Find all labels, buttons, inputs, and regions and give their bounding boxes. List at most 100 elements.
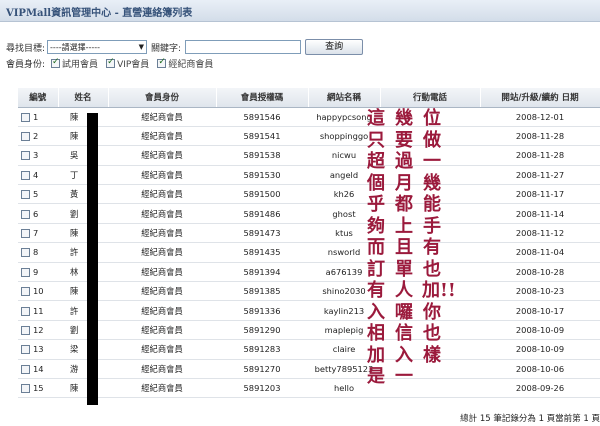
filter-trial-label: 試用會員 xyxy=(62,59,99,70)
row-site-name[interactable]: shino2030 xyxy=(322,286,365,296)
table-row[interactable]: 10 陳 經紀商會員 5891385 shino2030 2008-10-23 xyxy=(18,281,600,302)
table-row[interactable]: 7 陳 經紀商會員 5891473 ktus 2008-11-12 xyxy=(18,223,600,244)
table-row[interactable]: 6 劉 經紀商會員 5891486 ghost 2008-11-14 xyxy=(18,203,600,224)
row-site-name[interactable]: nsworld xyxy=(328,247,360,257)
keyword-input[interactable] xyxy=(185,40,302,54)
row-name: 陳 xyxy=(70,228,79,239)
row-member-type: 經紀商會員 xyxy=(141,169,183,180)
row-site-name[interactable]: hello xyxy=(334,383,354,393)
row-auth-code: 5891385 xyxy=(243,286,281,297)
row-checkbox[interactable] xyxy=(21,325,30,335)
row-checkbox[interactable] xyxy=(21,248,30,258)
checkbox-icon[interactable] xyxy=(106,57,116,68)
row-site-name[interactable]: betty7895123 xyxy=(315,364,374,374)
row-site-name[interactable]: happypcsong xyxy=(316,112,372,122)
table-row[interactable]: 14 游 經紀商會員 5891270 betty7895123 2008-10-06 xyxy=(18,359,600,379)
row-checkbox[interactable] xyxy=(21,170,30,180)
row-number: 1 xyxy=(33,111,39,122)
row-name: 陳 xyxy=(70,111,79,122)
table-row[interactable]: 8 許 經紀商會員 5891435 nsworld 2008-11-04 xyxy=(18,242,600,263)
row-site-name[interactable]: a676139 xyxy=(326,267,363,277)
row-member-type: 經紀商會員 xyxy=(141,189,183,200)
row-auth-code: 5891530 xyxy=(243,169,281,180)
row-checkbox[interactable] xyxy=(21,267,30,277)
table-row[interactable]: 13 梁 經紀商會員 5891283 claire 2008-10-09 xyxy=(18,339,600,360)
row-date: 2008-11-04 xyxy=(515,247,565,258)
checkbox-icon[interactable] xyxy=(51,57,61,68)
row-site-name[interactable]: ghost xyxy=(332,209,355,219)
filter-trial[interactable]: 試用會員 xyxy=(47,57,98,70)
chevron-down-icon: ▼ xyxy=(138,43,145,51)
col-date[interactable]: 開站/升級/續約 日期 xyxy=(480,88,600,108)
checkbox-icon[interactable] xyxy=(157,57,167,68)
row-member-type: 經紀商會員 xyxy=(141,247,183,258)
table-row[interactable]: 3 吳 經紀商會員 5891538 nicwu 2008-11-28 xyxy=(18,145,600,166)
row-date: 2008-11-17 xyxy=(515,189,565,200)
query-button[interactable]: 查詢 xyxy=(305,39,364,55)
row-member-type: 經紀商會員 xyxy=(141,208,183,219)
row-name: 劉 xyxy=(70,324,79,335)
row-name: 吳 xyxy=(70,150,79,161)
row-checkbox[interactable] xyxy=(21,229,30,239)
table-row[interactable]: 4 丁 經紀商會員 5891530 angeld 2008-11-27 xyxy=(18,165,600,186)
row-site-name[interactable]: shoppinggo xyxy=(320,131,368,141)
row-auth-code: 5891283 xyxy=(243,344,281,355)
row-member-type: 經紀商會員 xyxy=(141,383,183,394)
row-number: 7 xyxy=(33,228,39,239)
table-row[interactable]: 15 陳 經紀商會員 5891203 hello 2008-09-26 xyxy=(18,378,600,399)
row-checkbox[interactable] xyxy=(21,112,30,122)
row-auth-code: 5891290 xyxy=(243,324,281,335)
row-checkbox[interactable] xyxy=(21,151,30,161)
overlay-column-3: 位做一幾能手有也加!!你也樣 xyxy=(422,108,456,366)
col-name[interactable]: 姓名 xyxy=(58,88,109,108)
table-row[interactable]: 1 陳 經紀商會員 5891546 happypcsong 2008-12-01 xyxy=(18,107,600,127)
table-row[interactable]: 5 黃 經紀商會員 5891500 kh26 2008-11-17 xyxy=(18,184,600,205)
row-checkbox[interactable] xyxy=(21,306,30,316)
row-checkbox[interactable] xyxy=(21,287,30,297)
overlay-column-2: 幾要過月都上且單人囉信入一 xyxy=(395,108,413,387)
row-checkbox[interactable] xyxy=(21,384,30,394)
target-select-value: ----請選擇----- xyxy=(50,42,101,52)
table-row[interactable]: 2 陳 經紀商會員 5891541 shoppinggo 2008-11-28 xyxy=(18,126,600,147)
row-number: 13 xyxy=(33,344,44,355)
row-checkbox[interactable] xyxy=(21,209,30,219)
row-number: 8 xyxy=(33,247,39,258)
row-name: 劉 xyxy=(70,208,79,219)
row-site-name[interactable]: maplepig xyxy=(325,325,364,335)
filter-vip[interactable]: VIP會員 xyxy=(102,57,149,70)
row-date: 2008-10-06 xyxy=(515,363,565,374)
table-row[interactable]: 11 許 經紀商會員 5891336 kaylin213 2008-10-17 xyxy=(18,300,600,321)
row-checkbox[interactable] xyxy=(21,190,30,200)
col-mobile[interactable]: 行動電話 xyxy=(380,88,481,108)
table-row[interactable]: 12 劉 經紀商會員 5891290 maplepig 2008-10-09 xyxy=(18,320,600,341)
name-redaction-bar xyxy=(87,113,98,405)
row-auth-code: 5891541 xyxy=(243,131,281,142)
row-site-name[interactable]: kh26 xyxy=(334,189,355,199)
row-auth-code: 5891270 xyxy=(243,363,281,374)
row-checkbox[interactable] xyxy=(21,345,30,355)
row-auth-code: 5891538 xyxy=(243,150,281,161)
row-site-name[interactable]: nicwu xyxy=(332,150,356,160)
target-select[interactable]: ----請選擇----- ▼ xyxy=(47,40,148,54)
row-site-name[interactable]: ktus xyxy=(335,228,353,238)
row-auth-code: 5891546 xyxy=(243,111,281,122)
row-site-name[interactable]: claire xyxy=(333,344,356,354)
identity-label: 會員身份: xyxy=(6,59,46,70)
row-checkbox[interactable] xyxy=(21,132,30,142)
row-auth-code: 5891203 xyxy=(243,383,281,394)
row-name: 陳 xyxy=(70,383,79,394)
table-row[interactable]: 9 林 經紀商會員 5891394 a676139 2008-10-28 xyxy=(18,262,600,283)
row-member-type: 經紀商會員 xyxy=(141,111,183,122)
row-date: 2008-11-12 xyxy=(515,228,565,239)
row-site-name[interactable]: kaylin213 xyxy=(324,306,364,316)
col-auth-code[interactable]: 會員授權碼 xyxy=(216,88,309,108)
row-site-name[interactable]: angeld xyxy=(330,170,358,180)
col-number[interactable]: 編號 xyxy=(18,88,59,108)
row-checkbox[interactable] xyxy=(21,364,30,374)
member-table: 編號 姓名 會員身份 會員授權碼 網站名稱 行動電話 開站/升級/續約 日期 1… xyxy=(18,88,600,399)
row-auth-code: 5891336 xyxy=(243,305,281,316)
filter-broker-label: 經紀商會員 xyxy=(168,59,214,70)
filter-broker[interactable]: 經紀商會員 xyxy=(153,57,213,70)
col-site-name[interactable]: 網站名稱 xyxy=(308,88,381,108)
col-member-type[interactable]: 會員身份 xyxy=(108,88,217,108)
